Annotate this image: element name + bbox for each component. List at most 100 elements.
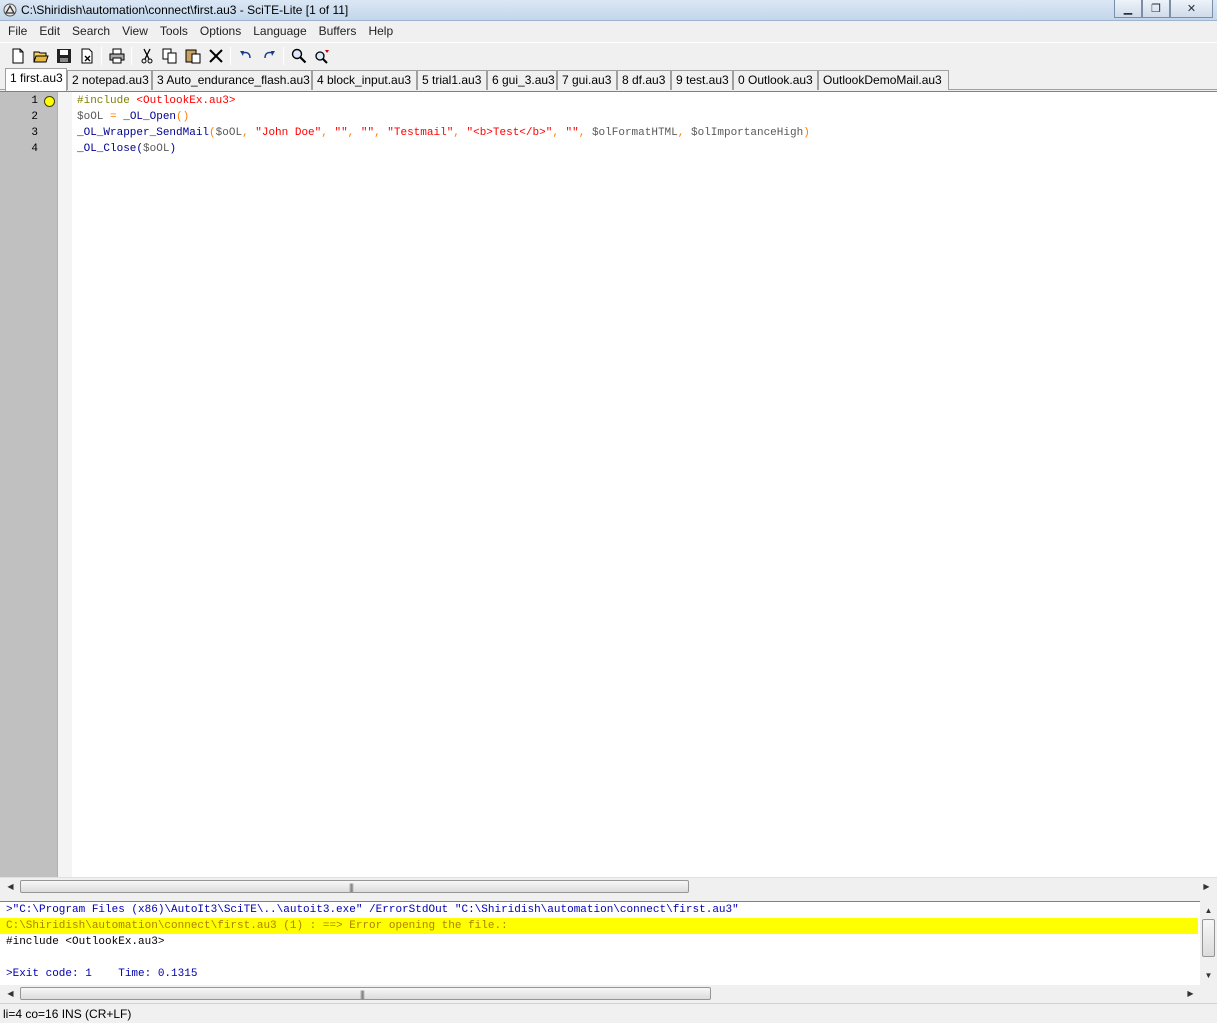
close-paren: ): [169, 143, 177, 155]
redo-icon: [263, 50, 275, 58]
redo-button[interactable]: [257, 45, 280, 67]
tab-gui-au3[interactable]: 7 gui.au3: [557, 70, 617, 90]
delete-button[interactable]: [204, 45, 227, 67]
menu-tools[interactable]: Tools: [154, 24, 194, 38]
scroll-right-icon[interactable]: ▶: [1198, 878, 1215, 895]
menu-file[interactable]: File: [2, 24, 33, 38]
close-file-button[interactable]: [75, 45, 98, 67]
menu-buffers[interactable]: Buffers: [313, 24, 363, 38]
line-number: 4: [31, 143, 38, 155]
tab-label: 0 Outlook.au3: [738, 73, 813, 87]
undo-button[interactable]: [234, 45, 257, 67]
comma: ,: [552, 127, 566, 139]
tab-df-au3[interactable]: 8 df.au3: [617, 70, 671, 90]
save-button[interactable]: [52, 45, 75, 67]
tab-outlook-au3[interactable]: 0 Outlook.au3: [733, 70, 818, 90]
delete-icon: [208, 48, 223, 63]
line-number: 1: [31, 95, 38, 107]
menu-bar: File Edit Search View Tools Options Lang…: [0, 21, 1217, 41]
output-horizontal-scrollbar[interactable]: ◀ ||| ▶: [0, 985, 1217, 1002]
tab-label: OutlookDemoMail.au3: [823, 73, 942, 87]
close-icon: ✕: [1186, 3, 1197, 15]
code-line-3: _OL_Wrapper_SendMail($oOL, "John Doe", "…: [77, 125, 810, 141]
argument: $olFormatHTML: [591, 127, 678, 139]
minimize-button[interactable]: ▁: [1114, 0, 1142, 18]
code-editor[interactable]: 1 2 3 4 #include <OutlookEx.au3> $oOL = …: [0, 91, 1217, 878]
argument: "<b>Test</b>": [466, 127, 553, 139]
close-button[interactable]: ✕: [1170, 0, 1213, 18]
variable: $oOL: [77, 111, 104, 123]
window-controls: ▁ ❐ ✕: [1114, 0, 1213, 18]
print-button[interactable]: [105, 45, 128, 67]
scrollbar-thumb[interactable]: |||: [20, 987, 711, 1000]
find-icon: [291, 48, 306, 63]
include-directive: #include: [77, 95, 137, 107]
toolbar-separator: [131, 46, 132, 65]
tab-first-au3[interactable]: 1 first.au3: [5, 68, 67, 91]
copy-icon: [162, 48, 176, 63]
editor-horizontal-scrollbar[interactable]: ◀ ||| ▶: [0, 877, 1217, 894]
status-text: li=4 co=16 INS (CR+LF): [3, 1007, 132, 1021]
scroll-left-icon[interactable]: ◀: [2, 985, 19, 1002]
output-exit-line: >Exit code: 1 Time: 0.1315: [6, 968, 198, 980]
output-pane[interactable]: >"C:\Program Files (x86)\AutoIt3\SciTE\.…: [0, 901, 1200, 985]
output-error-line[interactable]: C:\Shiridish\automation\connect\first.au…: [6, 918, 508, 934]
tab-block-input-au3[interactable]: 4 block_input.au3: [312, 70, 417, 90]
tab-outlookdemomail-au3[interactable]: OutlookDemoMail.au3: [818, 70, 949, 90]
paste-button[interactable]: [181, 45, 204, 67]
comma: ,: [453, 127, 467, 139]
tab-label: 9 test.au3: [676, 73, 729, 87]
toolbar-separator: [101, 46, 102, 65]
menu-search[interactable]: Search: [66, 24, 116, 38]
include-file: <OutlookEx.au3>: [136, 95, 236, 107]
scroll-right-icon[interactable]: ▶: [1182, 985, 1199, 1002]
tab-test-au3[interactable]: 9 test.au3: [671, 70, 733, 90]
buffer-tab-bar: 1 first.au3 2 notepad.au3 3 Auto_enduran…: [0, 68, 1217, 91]
menu-options[interactable]: Options: [194, 24, 247, 38]
toolbar-separator: [283, 46, 284, 65]
comma: ,: [374, 127, 388, 139]
scrollbar-thumb[interactable]: |||: [20, 880, 689, 893]
menu-language[interactable]: Language: [247, 24, 312, 38]
tab-trial1-au3[interactable]: 5 trial1.au3: [417, 70, 487, 90]
output-line: #include <OutlookEx.au3>: [6, 936, 165, 948]
save-icon: [56, 48, 71, 63]
grip-icon: |||: [360, 989, 365, 999]
argument: $oOL: [143, 143, 170, 155]
tab-notepad-au3[interactable]: 2 notepad.au3: [67, 70, 152, 90]
tab-label: 1 first.au3: [10, 71, 63, 85]
menu-edit[interactable]: Edit: [33, 24, 66, 38]
output-vertical-scrollbar[interactable]: ▲ ▼: [1200, 901, 1217, 985]
cut-button[interactable]: [135, 45, 158, 67]
window-title: C:\Shiridish\automation\connect\first.au…: [21, 3, 349, 17]
function-name: _OL_Wrapper_SendMail: [77, 127, 210, 139]
new-file-button[interactable]: [6, 45, 29, 67]
tab-label: 5 trial1.au3: [422, 73, 482, 87]
code-line-2: $oOL = _OL_Open(): [77, 109, 189, 125]
argument: $oOL: [215, 127, 243, 139]
toolbar: [0, 42, 1217, 68]
tab-gui-3-au3[interactable]: 6 gui_3.au3: [487, 70, 557, 90]
replace-button[interactable]: [310, 45, 333, 67]
maximize-button[interactable]: ❐: [1142, 0, 1170, 18]
open-file-button[interactable]: [29, 45, 52, 67]
tab-auto-endurance-flash-au3[interactable]: 3 Auto_endurance_flash.au3: [152, 70, 312, 90]
tab-label: 3 Auto_endurance_flash.au3: [157, 73, 310, 87]
fold-margin[interactable]: [58, 92, 72, 878]
marker-margin[interactable]: [40, 92, 58, 878]
scroll-down-icon[interactable]: ▼: [1200, 967, 1217, 984]
scite-app-icon[interactable]: [3, 3, 17, 17]
scroll-up-icon[interactable]: ▲: [1200, 902, 1217, 919]
argument: "": [334, 127, 348, 139]
copy-button[interactable]: [158, 45, 181, 67]
title-bar[interactable]: C:\Shiridish\automation\connect\first.au…: [0, 0, 1217, 21]
menu-view[interactable]: View: [116, 24, 154, 38]
scrollbar-thumb[interactable]: [1202, 919, 1215, 957]
scroll-left-icon[interactable]: ◀: [2, 878, 19, 895]
function-name: _OL_Open: [123, 111, 177, 123]
output-splitter[interactable]: [0, 894, 1217, 901]
cut-icon: [141, 48, 152, 63]
error-marker-icon: [44, 96, 55, 107]
menu-help[interactable]: Help: [362, 24, 399, 38]
find-button[interactable]: [287, 45, 310, 67]
